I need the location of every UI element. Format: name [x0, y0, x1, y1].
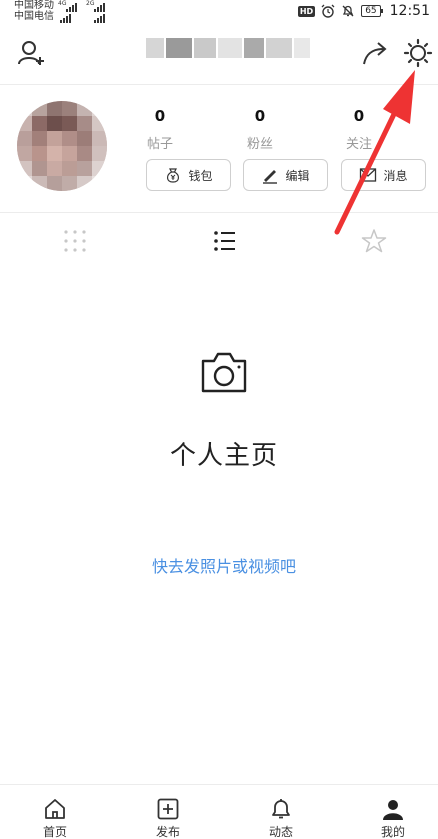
- battery-indicator: 65: [361, 5, 384, 17]
- plus-square-icon: [157, 798, 179, 820]
- bell-icon: [272, 799, 290, 819]
- alarm-icon: [321, 4, 335, 18]
- favorites-star-icon[interactable]: [361, 228, 387, 254]
- signal-3-icon: [60, 13, 71, 23]
- bottom-nav: 首页 发布 动态 我的: [0, 784, 438, 839]
- camera-icon: [201, 352, 247, 393]
- edit-label: 编辑: [285, 168, 310, 183]
- wallet-button[interactable]: 钱包: [146, 159, 231, 191]
- profile-divider: [0, 212, 438, 213]
- nav-publish-label: 发布: [155, 825, 180, 839]
- carrier-2-label: 中国电信: [14, 11, 54, 22]
- nav-me[interactable]: 我的: [358, 785, 428, 839]
- user-icon: [383, 800, 403, 820]
- nav-activity-label: 动态: [268, 825, 293, 839]
- signal-1-icon: [66, 2, 77, 12]
- message-label: 消息: [383, 168, 408, 183]
- stat-followers[interactable]: 0 粉丝: [225, 107, 295, 152]
- home-icon: [45, 799, 65, 819]
- stat-followers-label: 粉丝: [246, 137, 273, 152]
- add-friend-icon[interactable]: [16, 38, 46, 68]
- empty-state-title: 个人主页: [169, 441, 278, 471]
- status-bar: 中国移动 中国电信 4G 2G HD 65 12:51: [0, 0, 438, 24]
- stat-followers-value: 0: [254, 107, 266, 125]
- nav-me-label: 我的: [380, 825, 405, 839]
- pencil-icon: [263, 170, 278, 184]
- header-divider: [0, 84, 438, 85]
- mute-bell-icon: [342, 5, 354, 17]
- avatar[interactable]: [17, 101, 107, 191]
- hd-badge: HD: [297, 5, 316, 17]
- settings-gear-icon[interactable]: [403, 38, 433, 68]
- stat-posts-label: 帖子: [146, 137, 173, 152]
- signal-2-icon: [94, 2, 105, 12]
- stat-following[interactable]: 0 关注: [324, 107, 394, 152]
- post-media-link[interactable]: 快去发照片或视频吧: [0, 553, 438, 577]
- edit-button[interactable]: 编辑: [243, 159, 328, 191]
- message-button[interactable]: 消息: [341, 159, 426, 191]
- share-icon[interactable]: [360, 38, 390, 68]
- wallet-label: 钱包: [188, 168, 213, 183]
- signal-4-icon: [94, 13, 105, 23]
- money-bag-icon: [167, 168, 180, 183]
- stat-posts-value: 0: [154, 107, 166, 125]
- nav-activity[interactable]: 动态: [246, 785, 316, 839]
- grid-view-icon[interactable]: [62, 228, 88, 254]
- envelope-icon: [360, 168, 377, 182]
- nav-home[interactable]: 首页: [20, 785, 90, 839]
- clock: 12:51: [389, 3, 430, 19]
- stat-following-value: 0: [353, 107, 365, 125]
- stat-following-label: 关注: [345, 137, 372, 152]
- list-view-icon[interactable]: [212, 228, 238, 254]
- nav-publish[interactable]: 发布: [133, 785, 203, 839]
- nav-home-label: 首页: [42, 825, 67, 839]
- status-icons: HD 65 12:51: [297, 2, 430, 20]
- carrier-1-label: 中国移动: [14, 0, 54, 11]
- stat-posts[interactable]: 0 帖子: [125, 107, 195, 152]
- blurred-username: [146, 38, 310, 58]
